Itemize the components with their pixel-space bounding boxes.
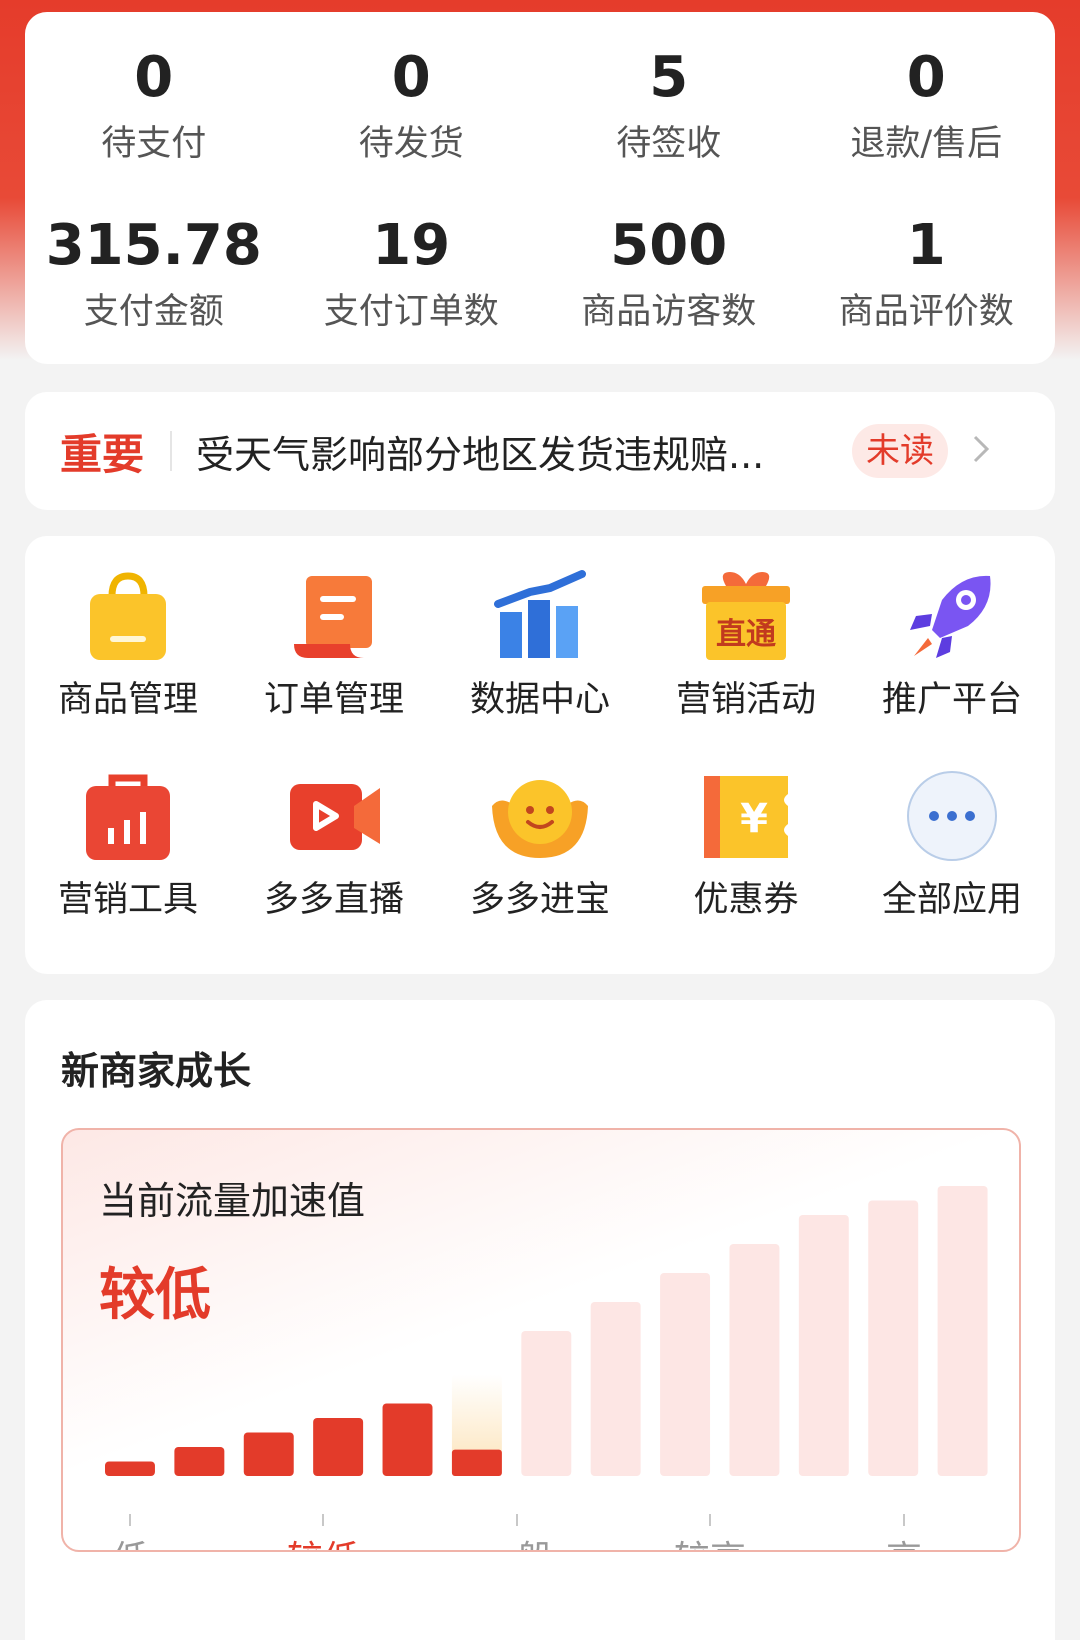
notice-tag: 重要 (60, 429, 145, 479)
rocket-icon (902, 566, 1002, 666)
app-marketing-tools[interactable]: 营销工具 (25, 766, 231, 924)
more-dots-icon (902, 766, 1002, 866)
app-label: 数据中心 (469, 680, 610, 720)
stat-product-visitors[interactable]: 500 商品访客数 (540, 210, 798, 338)
stat-label: 待签收 (616, 124, 722, 164)
app-label: 多多进宝 (469, 880, 610, 920)
important-notice-bar[interactable]: 重要 受天气影响部分地区发货违规赔... 未读 (25, 392, 1055, 510)
svg-text:¥: ¥ (740, 796, 768, 842)
axis-label: 较低 (287, 1530, 359, 1550)
stat-pending-shipment[interactable]: 0 待发货 (283, 42, 541, 170)
traffic-boost-panel[interactable]: 当前流量加速值 较低 低较低一般较高高 (61, 1128, 1021, 1552)
scroll-order-icon (284, 566, 384, 666)
stat-value: 0 (906, 45, 946, 110)
stat-pending-receipt[interactable]: 5 待签收 (540, 42, 798, 170)
notice-divider (170, 431, 173, 471)
axis-tick (322, 1514, 324, 1526)
smiley-ingot-icon (490, 766, 590, 866)
app-row: 营销工具 多多直播 多多进宝 ¥ 优惠券 全部应用 (25, 766, 1055, 924)
chart-bar-empty (590, 1302, 641, 1476)
stat-value: 1 (906, 213, 946, 278)
chart-bar-filled (313, 1418, 364, 1476)
axis-tick (516, 1514, 518, 1526)
app-order-management[interactable]: 订单管理 (231, 566, 437, 724)
unread-badge: 未读 (852, 424, 949, 478)
chart-bar-empty (521, 1331, 572, 1476)
coupon-icon: ¥ (696, 766, 796, 866)
chart-bar-current (451, 1449, 502, 1476)
stat-label: 支付订单数 (323, 292, 499, 332)
chart-bar-filled (382, 1403, 433, 1476)
stat-paid-orders[interactable]: 19 支付订单数 (283, 210, 541, 338)
app-label: 营销工具 (57, 880, 198, 920)
stat-label: 退款/售后 (850, 124, 1003, 164)
order-stats-card: 0 待支付 0 待发货 5 待签收 0 退款/售后 315.78 支付金额 19… (25, 12, 1055, 364)
app-label: 商品管理 (57, 680, 198, 720)
app-duoduo-live[interactable]: 多多直播 (231, 766, 437, 924)
app-marketing-activity[interactable]: 直通 营销活动 (643, 566, 849, 724)
axis-label: 低 (112, 1530, 148, 1550)
stat-value: 0 (391, 45, 431, 110)
bar-chart-icon (490, 566, 590, 666)
stat-value: 315.78 (45, 213, 262, 278)
chart-bar-filled (243, 1432, 294, 1476)
stat-product-reviews[interactable]: 1 商品评价数 (798, 210, 1056, 338)
gift-box-icon: 直通 (696, 566, 796, 666)
app-all-apps[interactable]: 全部应用 (849, 766, 1055, 924)
app-product-management[interactable]: 商品管理 (25, 566, 231, 724)
chart-bar-empty (937, 1186, 988, 1476)
app-row: 商品管理 订单管理 数据中心 直通 营销活动 推广平台 (25, 566, 1055, 724)
axis-tick (709, 1514, 711, 1526)
app-coupons[interactable]: ¥ 优惠券 (643, 766, 849, 924)
stat-payment-amount[interactable]: 315.78 支付金额 (25, 210, 283, 338)
axis-label: 高 (886, 1530, 922, 1550)
app-label: 优惠券 (693, 880, 799, 920)
axis-label: 一般 (481, 1530, 553, 1550)
chart-bar-filled (105, 1461, 155, 1476)
stat-label: 待发货 (358, 124, 464, 164)
app-promotion-platform[interactable]: 推广平台 (849, 566, 1055, 724)
sales-metrics-row: 315.78 支付金额 19 支付订单数 500 商品访客数 1 商品评价数 (25, 210, 1055, 338)
app-grid: 商品管理 订单管理 数据中心 直通 营销活动 推广平台 营销工具 多多直播 多多… (25, 536, 1055, 974)
live-video-icon (284, 766, 384, 866)
axis-tick (129, 1514, 131, 1526)
chart-bar-empty (660, 1273, 711, 1476)
stat-label: 商品访客数 (581, 292, 757, 332)
app-label: 推广平台 (881, 680, 1022, 720)
notice-text: 受天气影响部分地区发货违规赔... (196, 432, 765, 477)
order-status-row: 0 待支付 0 待发货 5 待签收 0 退款/售后 (25, 42, 1055, 170)
stat-label: 商品评价数 (838, 292, 1014, 332)
chart-bar-empty (868, 1200, 919, 1476)
stat-value: 0 (134, 45, 174, 110)
stat-value: 19 (372, 213, 451, 278)
app-label: 营销活动 (675, 680, 816, 720)
stat-value: 500 (610, 213, 728, 278)
axis-label: 较高 (674, 1530, 746, 1550)
chart-bar-empty (798, 1215, 849, 1476)
axis-tick (903, 1514, 905, 1526)
stat-value: 5 (649, 45, 689, 110)
app-duoduo-jinbao[interactable]: 多多进宝 (437, 766, 643, 924)
app-data-center[interactable]: 数据中心 (437, 566, 643, 724)
section-title: 新商家成长 (61, 1049, 252, 1093)
chart-bar-filled (174, 1447, 225, 1476)
stat-label: 支付金额 (83, 292, 224, 332)
shopping-bag-icon (78, 566, 178, 666)
app-label: 全部应用 (881, 880, 1022, 920)
stat-label: 待支付 (101, 124, 207, 164)
stat-pending-payment[interactable]: 0 待支付 (25, 42, 283, 170)
app-label: 多多直播 (263, 880, 404, 920)
svg-text:直通: 直通 (716, 617, 776, 652)
chart-bar-empty (729, 1244, 780, 1476)
traffic-boost-chart (105, 1186, 988, 1476)
toolbox-icon (78, 766, 178, 866)
stat-refund-aftersale[interactable]: 0 退款/售后 (798, 42, 1056, 170)
app-label: 订单管理 (263, 680, 404, 720)
merchant-growth-card: 新商家成长 当前流量加速值 较低 低较低一般较高高 (25, 1000, 1055, 1640)
chevron-right-icon[interactable] (972, 429, 990, 473)
